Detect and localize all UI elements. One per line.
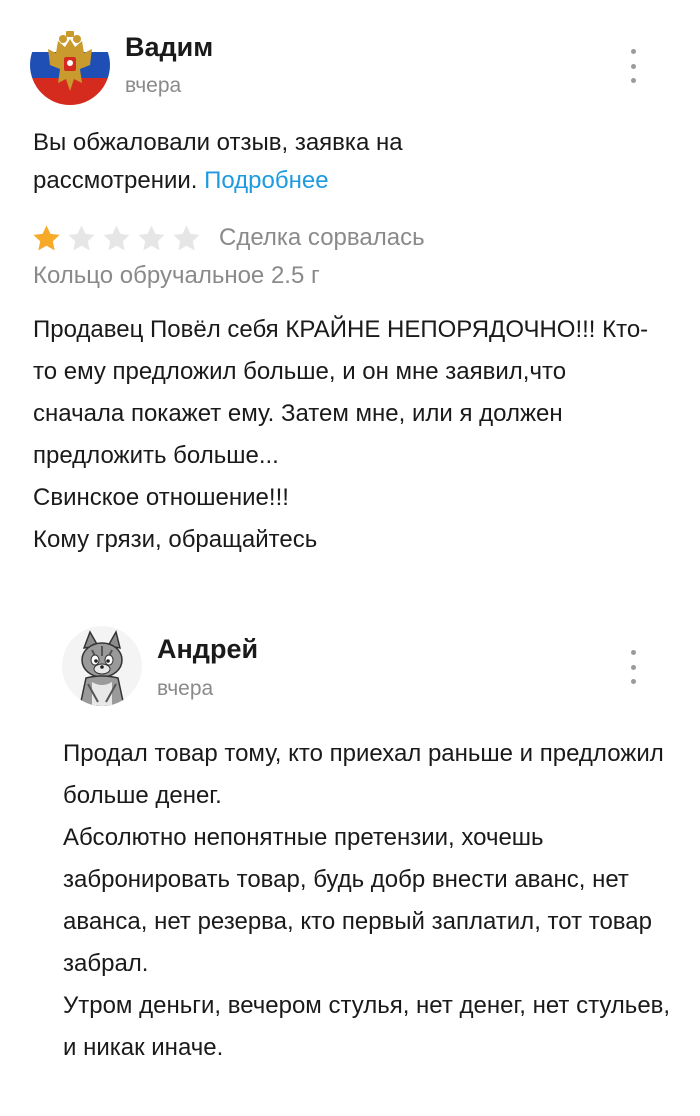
more-vertical-icon (630, 650, 636, 655)
review-text: Продавец Повёл себя КРАЙНЕ НЕПОРЯДОЧНО!!… (33, 309, 663, 561)
star-icon-empty (100, 222, 133, 255)
review-date: вчера (125, 74, 182, 97)
review-paragraph: Свинское отношение!!! (33, 484, 289, 511)
reply-more-button[interactable] (623, 650, 643, 684)
review-more-button[interactable] (623, 49, 643, 83)
reply-date: вчера (157, 677, 214, 700)
reply-paragraph: Утром деньги, вечером стулья, нет денег,… (63, 992, 671, 1061)
reply-text: Продал товар тому, кто приехал раньше и … (63, 733, 683, 1069)
author-name[interactable]: Вадим (125, 32, 213, 63)
appeal-details-link[interactable]: Подробнее (204, 167, 328, 194)
reply-author-name[interactable]: Андрей (157, 634, 258, 665)
star-icon-empty (170, 222, 203, 255)
star-icon-empty (135, 222, 168, 255)
reply-paragraph: Абсолютно непонятные претензии, хочешь з… (63, 824, 652, 977)
appeal-notice: Вы обжаловали отзыв, заявка на рассмотре… (33, 124, 553, 200)
review-paragraph: Кому грязи, обращайтесь (33, 526, 318, 553)
review-paragraph: Продавец Повёл себя КРАЙНЕ НЕПОРЯДОЧНО!!… (33, 316, 649, 469)
reply-paragraph: Продал товар тому, кто приехал раньше и … (63, 740, 664, 809)
rating-row: Сделка сорвалась (30, 218, 425, 258)
deal-status: Сделка сорвалась (219, 224, 425, 251)
author-avatar[interactable] (30, 25, 110, 105)
star-icon-filled (30, 222, 63, 255)
product-name[interactable]: Кольцо обручальное 2.5 г (33, 262, 320, 290)
reply-author-avatar[interactable] (62, 626, 142, 706)
star-icon-empty (65, 222, 98, 255)
more-vertical-icon (630, 49, 636, 54)
